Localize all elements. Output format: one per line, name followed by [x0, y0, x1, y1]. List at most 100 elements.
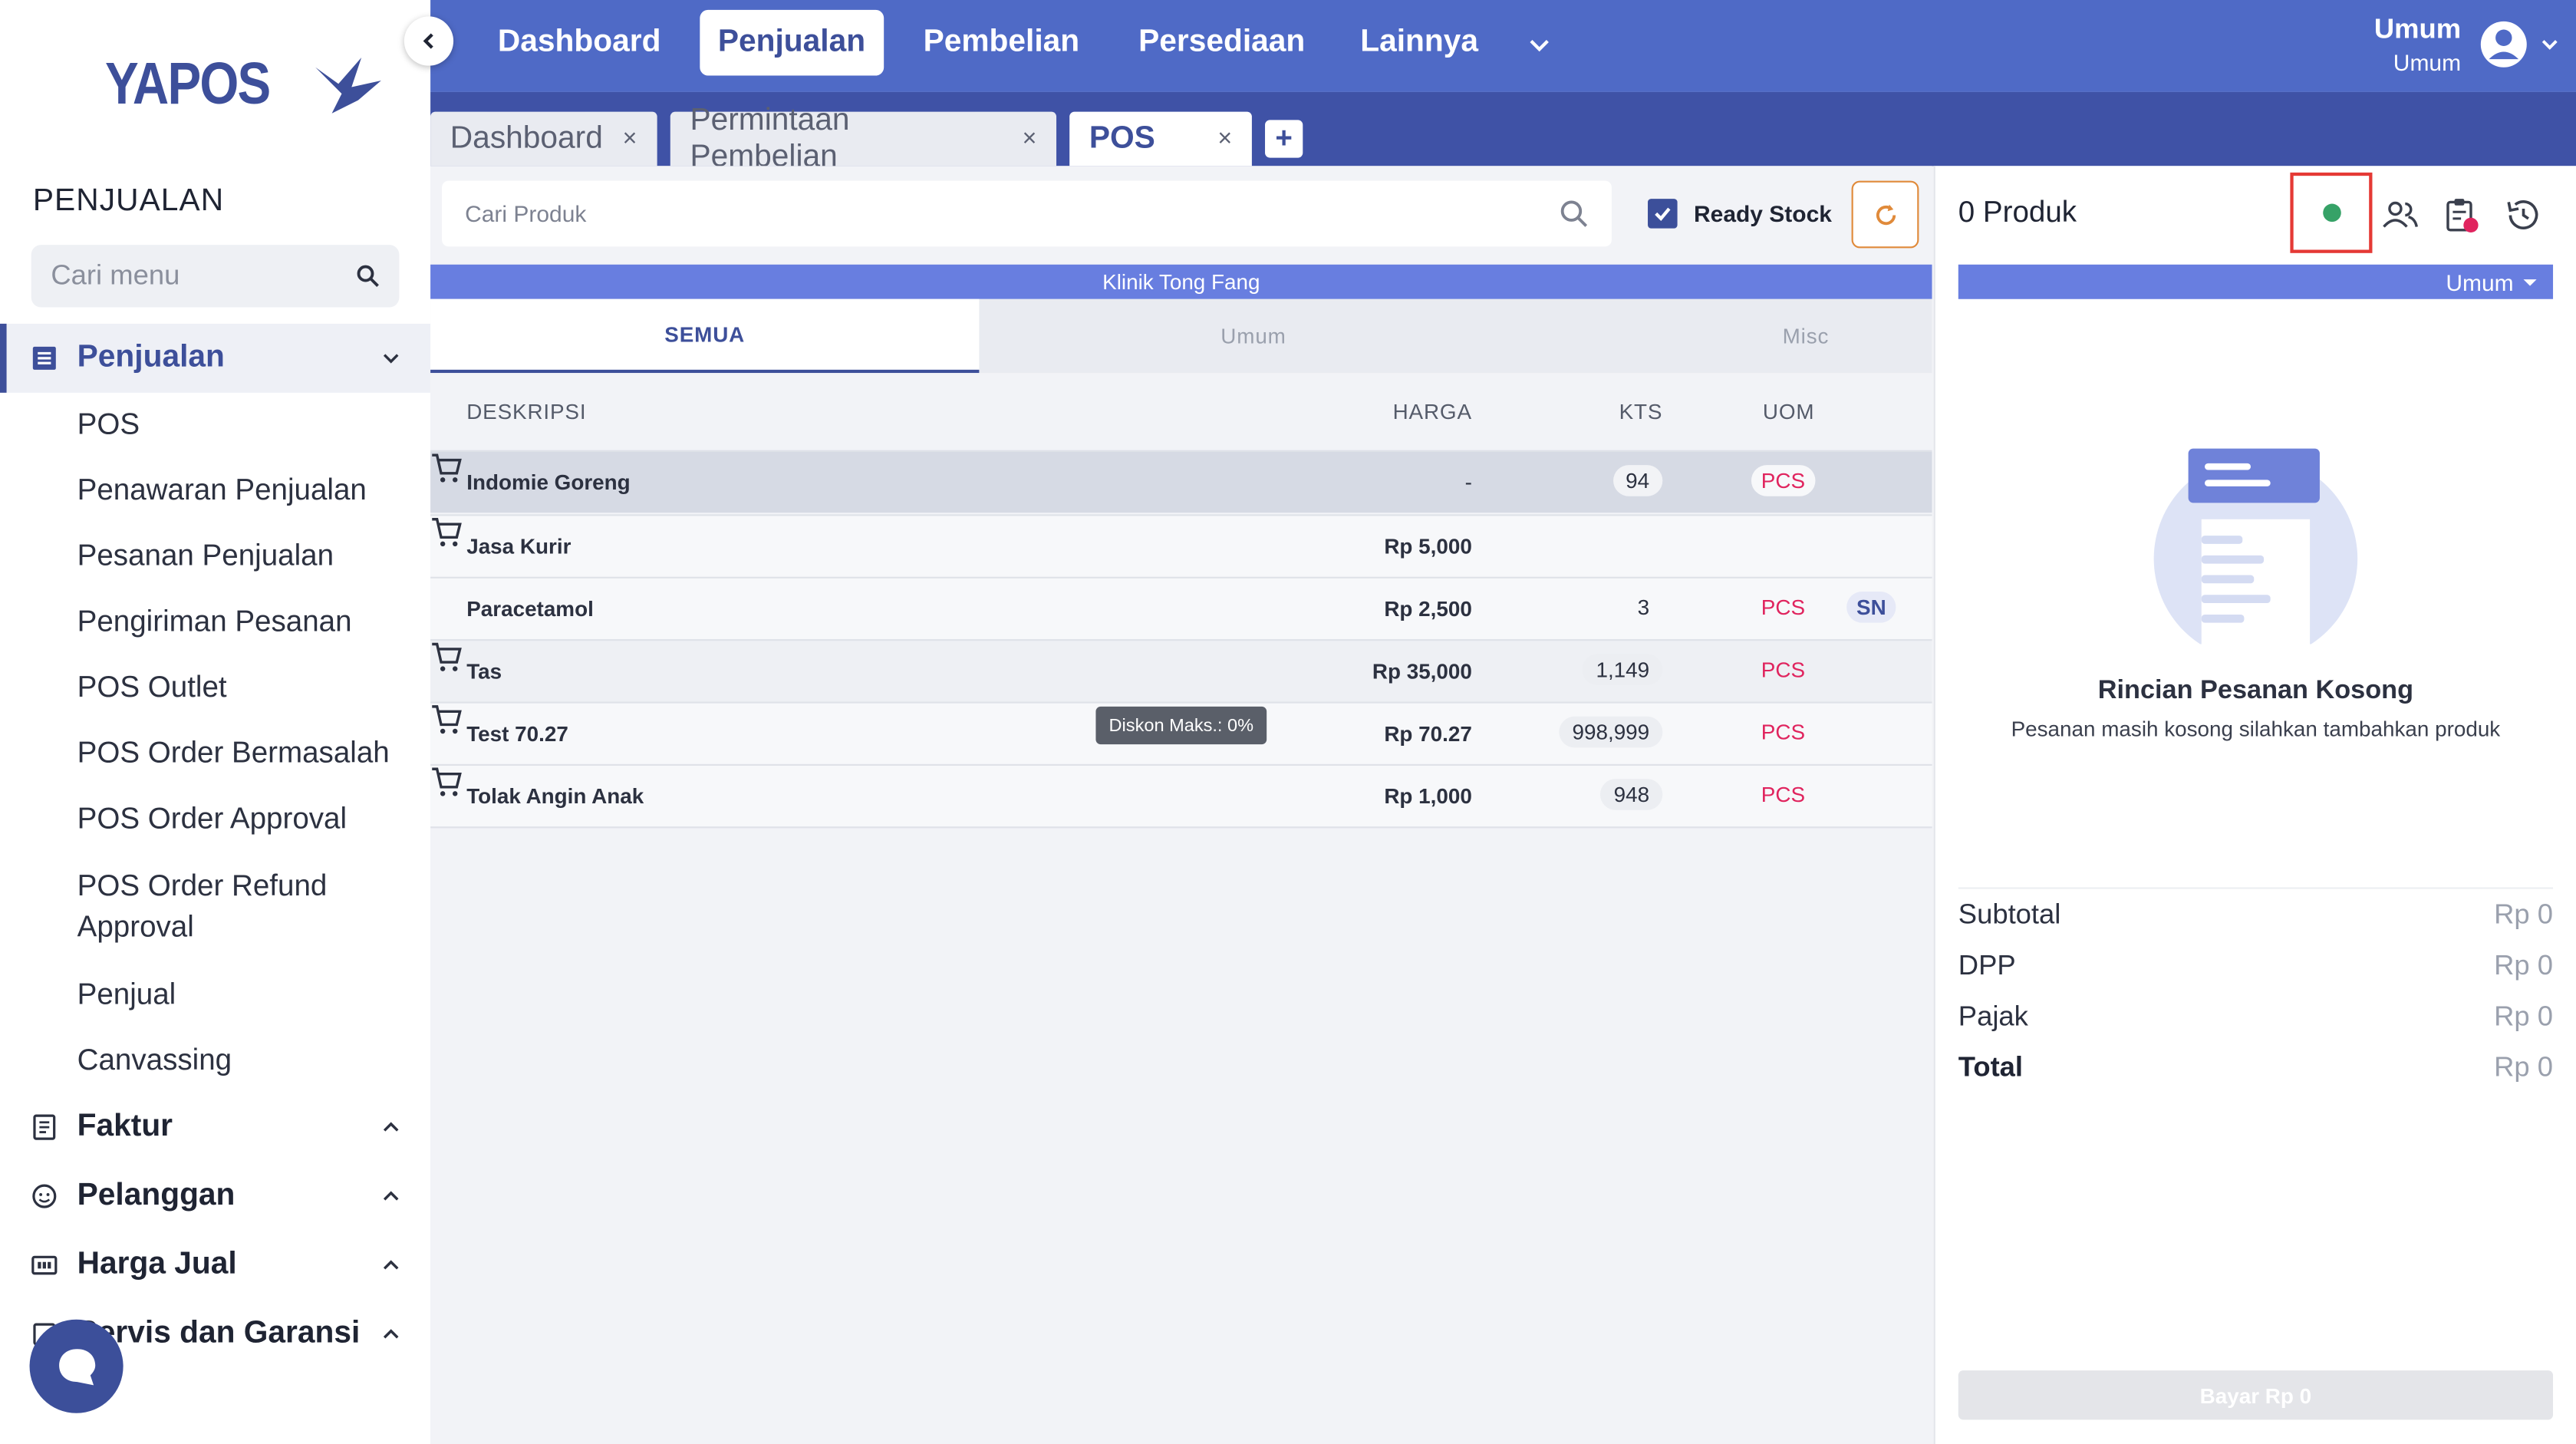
topnav-more-chevron-icon[interactable]	[1527, 31, 1553, 58]
user-menu[interactable]: Umum Umum	[2374, 13, 2461, 75]
search-icon	[357, 265, 379, 288]
summary-row-pajak: Pajak Rp 0	[1958, 1001, 2553, 1040]
tab-permintaan-pembelian[interactable]: Permintaan Pembelian ×	[670, 103, 1057, 173]
sidebar-group-faktur[interactable]: Faktur	[0, 1093, 430, 1162]
menu-search-input[interactable]: Cari menu	[31, 245, 400, 308]
chevron-up-icon	[383, 1260, 399, 1270]
pay-button[interactable]: Bayar Rp 0	[1958, 1370, 2554, 1420]
topnav-dashboard[interactable]: Dashboard	[479, 10, 679, 76]
product-price: Rp 1,000	[1384, 783, 1472, 809]
category-tab-umum[interactable]: Umum	[979, 299, 1527, 373]
table-row[interactable]: Tolak Angin Anak Rp 1,000 948 PCS	[430, 763, 1932, 827]
product-desc: Tas	[466, 658, 502, 684]
sidebar-item-canvassing[interactable]: Canvassing	[77, 1040, 406, 1082]
discount-tooltip: Diskon Maks.: 0%	[1095, 706, 1267, 745]
table-row[interactable]: Tas Rp 35,000 1,149 PCS	[430, 639, 1932, 702]
product-qty: 1,149	[1583, 654, 1663, 686]
tab-dashboard[interactable]: Dashboard ×	[430, 111, 657, 166]
add-to-cart-icon[interactable]	[430, 641, 463, 674]
column-header-qty: KTS	[1619, 399, 1663, 424]
sidebar-group-penjualan[interactable]: Penjualan	[0, 323, 431, 393]
refresh-icon	[1875, 203, 1896, 225]
sidebar-item-penjual[interactable]: Penjual	[77, 974, 406, 1016]
ready-stock-checkbox[interactable]	[1648, 199, 1678, 229]
sidebar-item-pos[interactable]: POS	[77, 404, 406, 446]
summary-row-total: Total Rp 0	[1958, 1052, 2553, 1091]
sidebar-item-pos-order-approval[interactable]: POS Order Approval	[77, 799, 406, 840]
user-name: Umum	[2373, 13, 2462, 45]
summary-label: DPP	[1958, 949, 2016, 981]
topnav-lainnya[interactable]: Lainnya	[1342, 10, 1497, 76]
ready-stock-toggle[interactable]: Ready Stock	[1648, 199, 1832, 229]
product-desc: Test 70.27	[466, 721, 568, 747]
connection-status-button[interactable]	[2290, 172, 2373, 253]
add-tab-button[interactable]: +	[1265, 120, 1303, 158]
add-to-cart-icon[interactable]	[430, 452, 463, 485]
product-uom: PCS	[1761, 595, 1806, 620]
tab-label: Dashboard	[450, 120, 603, 156]
user-avatar-icon[interactable]	[2479, 20, 2528, 69]
column-header-desc: DESKRIPSI	[466, 399, 587, 424]
summary-divider	[1958, 887, 2554, 889]
sidebar-item-pesanan-penjualan[interactable]: Pesanan Penjualan	[77, 536, 406, 577]
sidebar-group-label: Pelanggan	[77, 1178, 236, 1213]
sidebar-item-pos-order-refund-approval[interactable]: POS Order Refund Approval	[77, 866, 357, 948]
sidebar-group-harga-jual[interactable]: Harga Jual	[0, 1231, 430, 1300]
order-product-count: 0 Produk	[1958, 195, 2077, 229]
ready-stock-label: Ready Stock	[1693, 200, 1832, 227]
product-price: -	[1464, 470, 1472, 495]
brand-logo[interactable]: YAPOS	[105, 49, 384, 118]
topnav-penjualan[interactable]: Penjualan	[700, 9, 884, 76]
table-bottom-divider	[430, 826, 1932, 829]
clipboard-icon[interactable]	[2441, 196, 2480, 235]
product-desc: Tolak Angin Anak	[466, 783, 644, 809]
summary-value: Rp 0	[2494, 949, 2554, 981]
summary-value: Rp 0	[2494, 1051, 2554, 1083]
table-row[interactable]: Indomie Goreng - 94 PCS	[430, 450, 1932, 513]
sidebar-group-pelanggan[interactable]: Pelanggan	[0, 1162, 430, 1231]
product-desc: Jasa Kurir	[466, 534, 572, 559]
product-desc: Paracetamol	[466, 596, 594, 621]
customer-select[interactable]: Umum	[1958, 264, 2554, 299]
category-tab-semua[interactable]: SEMUA	[430, 298, 980, 374]
refresh-button[interactable]	[1851, 180, 1919, 249]
sidebar-collapse-button[interactable]	[404, 16, 454, 66]
summary-label: Subtotal	[1958, 898, 2061, 931]
sidebar: YAPOS PENJUALAN Cari menu Penjualan POS …	[0, 0, 431, 1444]
face-icon	[32, 1184, 57, 1208]
sidebar-item-penawaran-penjualan[interactable]: Penawaran Penjualan	[77, 470, 406, 511]
user-menu-chevron-icon[interactable]	[2538, 33, 2561, 56]
product-desc: Indomie Goreng	[466, 470, 631, 495]
topnav-pembelian[interactable]: Pembelian	[905, 10, 1098, 76]
history-icon[interactable]	[2504, 196, 2543, 235]
add-to-cart-icon[interactable]	[430, 516, 463, 549]
close-tab-icon[interactable]: ×	[1023, 125, 1037, 153]
list-icon	[32, 346, 56, 370]
category-tabs: SEMUA Umum Misc	[430, 298, 1932, 374]
invoice-icon	[33, 1114, 56, 1140]
chevron-left-icon	[423, 33, 433, 49]
customer-group-icon[interactable]	[2380, 196, 2420, 235]
table-row[interactable]: Jasa Kurir Rp 5,000	[430, 514, 1932, 577]
table-row[interactable]: Paracetamol Rp 2,500 3 PCS SN	[430, 576, 1932, 640]
sidebar-item-pos-order-bermasalah[interactable]: POS Order Bermasalah	[77, 733, 406, 774]
serial-number-button[interactable]: SN	[1846, 591, 1896, 623]
sidebar-item-pos-outlet[interactable]: POS Outlet	[77, 667, 406, 708]
tab-label: Permintaan Pembelian	[690, 102, 850, 173]
sidebar-item-pengiriman-pesanan[interactable]: Pengiriman Pesanan	[77, 602, 406, 643]
caret-down-icon	[2523, 279, 2537, 286]
chevron-up-icon	[383, 1122, 399, 1132]
product-search-input[interactable]: Cari Produk	[442, 180, 1612, 247]
add-to-cart-icon[interactable]	[430, 766, 463, 799]
tab-pos[interactable]: POS ×	[1069, 111, 1252, 166]
chat-button[interactable]	[29, 1319, 124, 1413]
customer-name: Umum	[2446, 269, 2514, 295]
product-uom: PCS	[1751, 465, 1815, 496]
tab-label: POS	[1089, 120, 1155, 156]
close-tab-icon[interactable]: ×	[623, 125, 637, 153]
bird-logo-icon	[315, 57, 381, 114]
topnav-persediaan[interactable]: Persediaan	[1121, 10, 1323, 76]
close-tab-icon[interactable]: ×	[1217, 125, 1232, 153]
brand-name: YAPOS	[105, 49, 271, 117]
add-to-cart-icon[interactable]	[430, 704, 463, 737]
